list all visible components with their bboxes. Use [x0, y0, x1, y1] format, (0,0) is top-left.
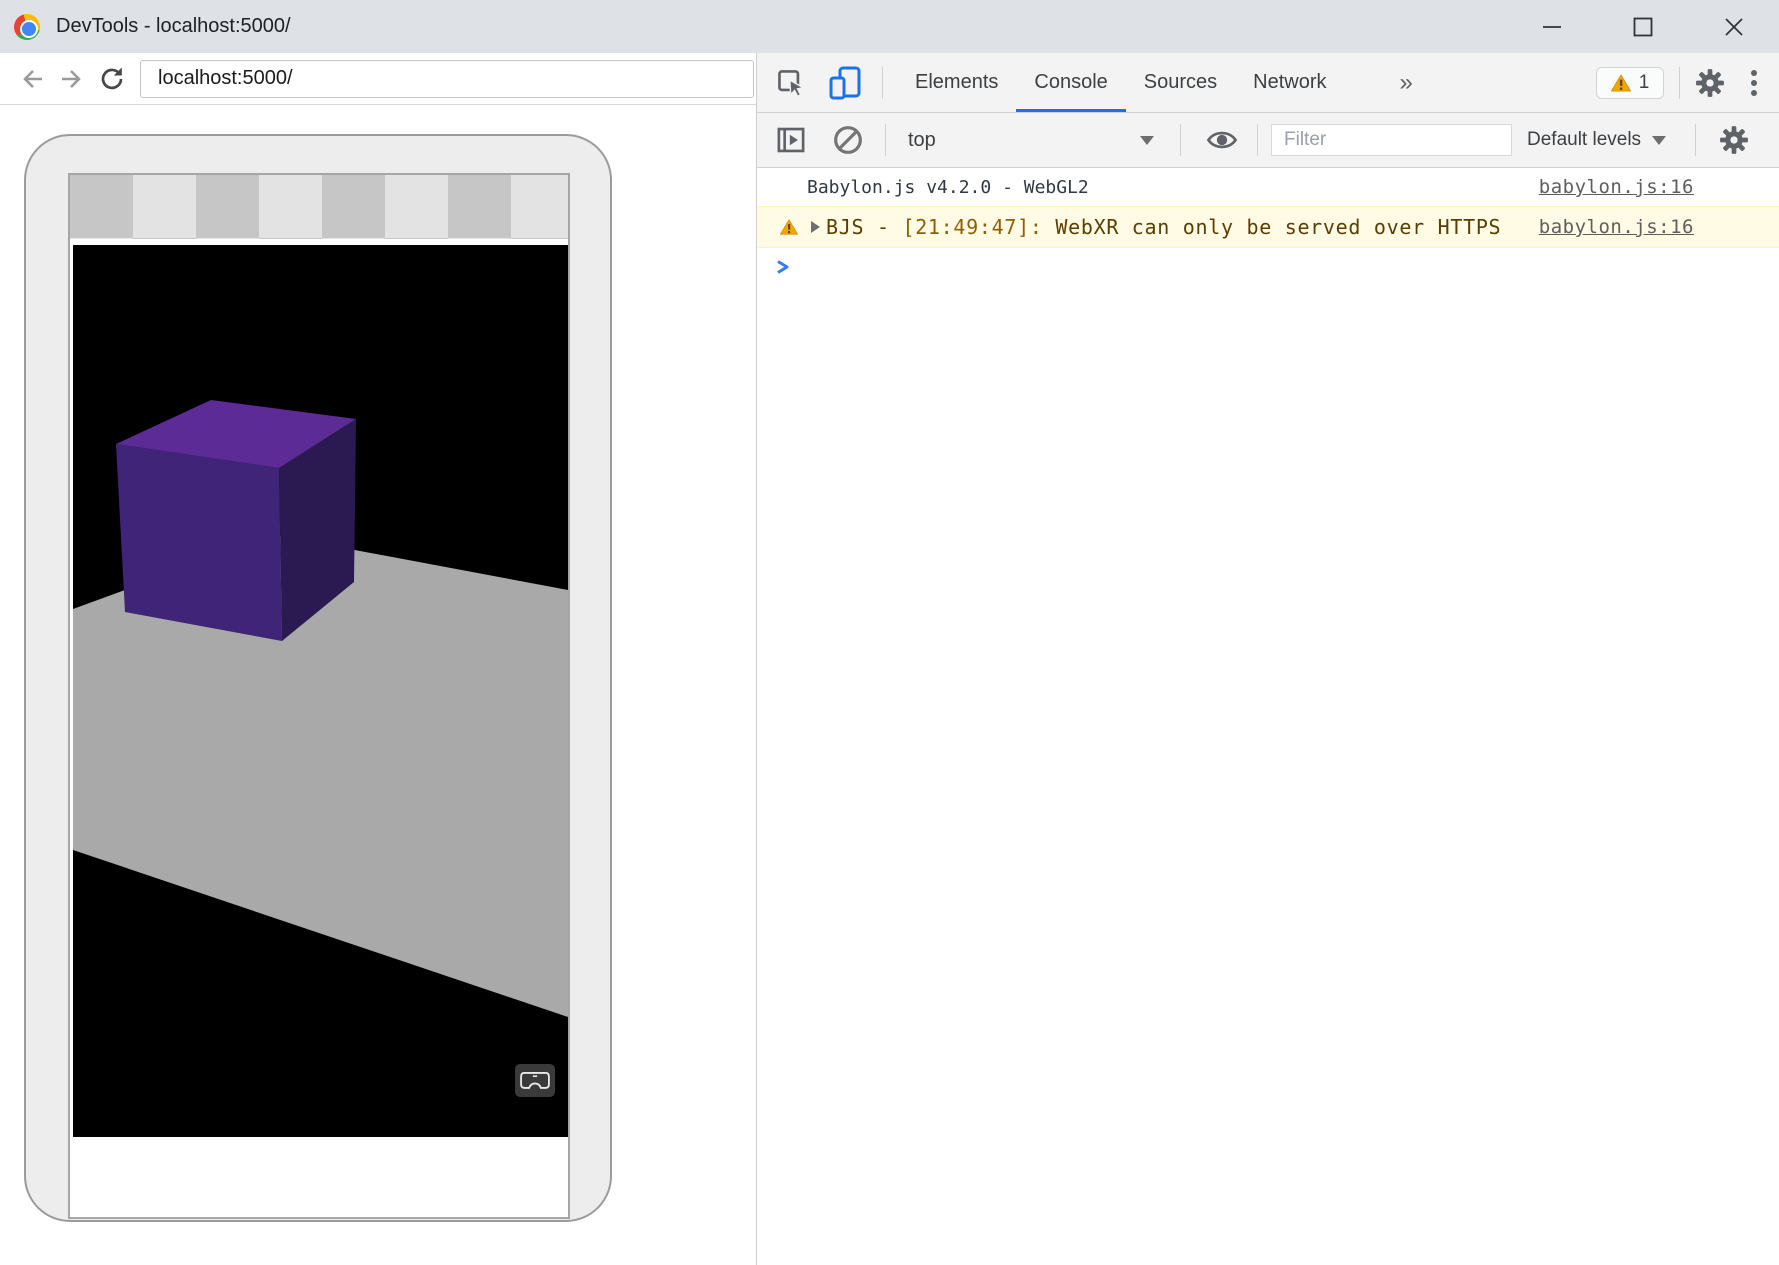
vr-goggles-button[interactable]: [515, 1064, 555, 1097]
console-source-link[interactable]: babylon.js:16: [1539, 176, 1694, 198]
window-titlebar: DevTools - localhost:5000/: [0, 0, 1779, 53]
forward-arrow-icon: [58, 65, 86, 93]
back-arrow-icon: [18, 65, 46, 93]
chevron-down-icon: [1140, 136, 1154, 145]
devtools-menu-button[interactable]: [1751, 70, 1757, 96]
warning-prefix: BJS -: [826, 215, 902, 239]
kebab-dot: [1751, 80, 1757, 86]
console-warning-row: BJS - [21:49:47]: WebXR can only be serv…: [757, 206, 1779, 248]
eye-icon: [1206, 125, 1238, 155]
cube-front-face: [116, 444, 282, 641]
maximize-icon: [1632, 16, 1654, 38]
kebab-dot: [1751, 90, 1757, 96]
console-warning-text: BJS - [21:49:47]: WebXR can only be serv…: [826, 215, 1501, 239]
gear-icon: [1695, 68, 1725, 98]
address-bar-input[interactable]: [140, 60, 754, 98]
maximize-button[interactable]: [1597, 0, 1688, 53]
separator: [882, 67, 883, 99]
kebab-dot: [1751, 70, 1757, 76]
forward-button[interactable]: [58, 65, 86, 93]
chrome-logo-icon: [14, 14, 40, 40]
tab-network[interactable]: Network: [1235, 53, 1344, 112]
devtools-settings-button[interactable]: [1695, 68, 1725, 98]
console-messages: Babylon.js v4.2.0 - WebGL2 babylon.js:16…: [757, 168, 1779, 1265]
separator: [1679, 67, 1680, 99]
inspect-element-button[interactable]: [776, 68, 806, 98]
clear-console-button[interactable]: [832, 124, 864, 156]
clear-console-icon: [832, 124, 864, 156]
babylon-3d-scene: [73, 245, 568, 1137]
reload-button[interactable]: [98, 65, 126, 93]
warning-message: WebXR can only be served over HTTPS: [1055, 215, 1501, 239]
chevron-down-icon: [1652, 136, 1666, 145]
console-context-selector[interactable]: top: [908, 129, 1166, 152]
console-sidebar-icon: [776, 125, 806, 155]
console-toolbar: top Default levels: [757, 113, 1779, 168]
inspect-cursor-icon: [776, 68, 806, 98]
warnings-count: 1: [1639, 72, 1650, 94]
console-settings-button[interactable]: [1719, 125, 1749, 155]
tab-sources[interactable]: Sources: [1126, 53, 1235, 112]
device-emulation-viewport: [0, 105, 756, 1265]
live-expression-button[interactable]: [1206, 125, 1238, 155]
more-tabs-button[interactable]: »: [1400, 69, 1413, 97]
close-icon: [1723, 16, 1745, 38]
back-button[interactable]: [18, 65, 46, 93]
devtools-tabbar-right: 1: [1596, 67, 1779, 99]
devtools-tabbar: Elements Console Sources Network » 1: [757, 53, 1779, 113]
close-button[interactable]: [1688, 0, 1779, 53]
emulated-phone-screen: [68, 173, 570, 1219]
devtools-pane: Elements Console Sources Network » 1: [757, 53, 1779, 1265]
console-sidebar-toggle-button[interactable]: [776, 125, 806, 155]
console-source-link[interactable]: babylon.js:16: [1539, 216, 1694, 238]
warning-timestamp: [21:49:47]:: [902, 215, 1055, 239]
babylon-canvas[interactable]: [73, 245, 568, 1137]
console-prompt-row[interactable]: [757, 248, 1779, 286]
expand-triangle-icon[interactable]: [811, 221, 820, 233]
warnings-badge[interactable]: 1: [1596, 67, 1664, 99]
browser-navbar: [0, 53, 756, 105]
device-toolbar-toggle-button[interactable]: [828, 65, 862, 101]
console-log-row: Babylon.js v4.2.0 - WebGL2 babylon.js:16: [757, 168, 1779, 206]
tab-elements[interactable]: Elements: [897, 53, 1016, 112]
gear-icon: [1719, 125, 1749, 155]
emulated-phone-frame: [24, 134, 612, 1222]
console-log-text: Babylon.js v4.2.0 - WebGL2: [807, 177, 1089, 198]
minimize-icon: [1541, 16, 1563, 38]
separator: [885, 124, 886, 156]
separator: [1257, 124, 1258, 156]
warning-triangle-icon: [1611, 74, 1631, 92]
console-prompt-icon: [775, 258, 791, 276]
vr-goggles-icon: [520, 1071, 550, 1091]
console-context-label: top: [908, 129, 936, 152]
page-pane: [0, 53, 757, 1265]
device-toolbar-icon: [828, 65, 862, 101]
reload-icon: [98, 65, 126, 93]
console-filter-input[interactable]: [1271, 124, 1512, 156]
warning-triangle-icon: [780, 219, 798, 235]
device-top-checkerboard: [70, 175, 568, 239]
separator: [1180, 124, 1181, 156]
window-controls: [1506, 0, 1779, 53]
window-title: DevTools - localhost:5000/: [56, 15, 291, 38]
log-levels-selector[interactable]: Default levels: [1527, 129, 1666, 151]
tab-console[interactable]: Console: [1016, 53, 1125, 112]
devtools-tabs: Elements Console Sources Network: [897, 53, 1345, 112]
separator: [1695, 124, 1696, 156]
minimize-button[interactable]: [1506, 0, 1597, 53]
log-levels-label: Default levels: [1527, 129, 1641, 151]
